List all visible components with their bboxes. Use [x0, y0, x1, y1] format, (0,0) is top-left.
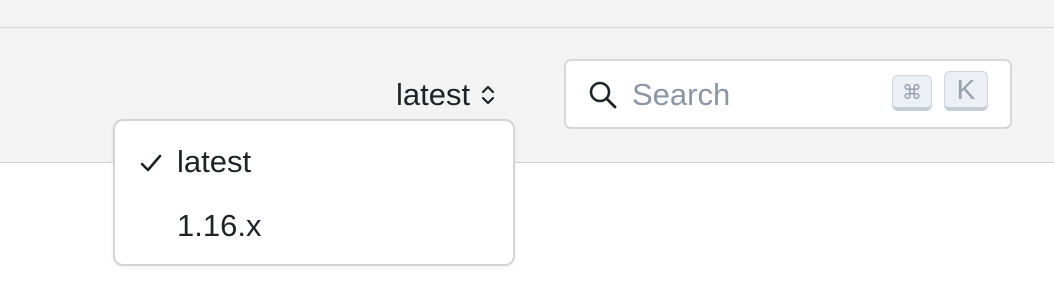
version-option-label: latest — [177, 144, 252, 179]
version-selector-button[interactable]: latest — [396, 74, 496, 116]
updown-chevron-icon — [482, 85, 495, 105]
search-icon — [589, 81, 617, 109]
top-strip — [0, 0, 1054, 28]
check-icon — [140, 154, 162, 172]
version-option-latest[interactable]: latest — [115, 135, 513, 191]
shortcut-key-command: ⌘ — [892, 75, 932, 111]
version-option-1-16-x[interactable]: 1.16.x — [115, 199, 513, 255]
shortcut-key-k: K — [944, 71, 988, 111]
version-option-label: 1.16.x — [177, 208, 262, 243]
search-input[interactable] — [632, 71, 882, 119]
version-dropdown-menu: latest 1.16.x — [113, 119, 515, 266]
version-selector-label: latest — [396, 77, 471, 112]
search-box[interactable]: ⌘ K — [564, 59, 1012, 129]
